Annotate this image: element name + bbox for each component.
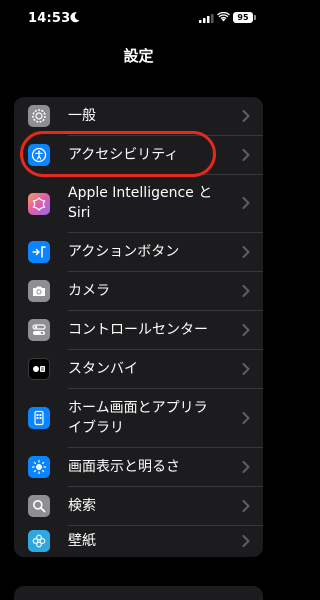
settings-item-label: スタンバイ [68, 361, 138, 377]
settings-item-general[interactable]: 一般 [14, 97, 263, 135]
page-title: 設定 [123, 47, 154, 65]
search-icon [28, 495, 50, 517]
camera-icon [28, 280, 50, 302]
settings-item-label: 検索 [68, 498, 96, 514]
settings-item-action-button[interactable]: アクションボタン [14, 233, 263, 271]
settings-item-standby[interactable]: スタンバイ [14, 350, 263, 388]
chevron-right-icon [242, 285, 250, 297]
settings-item-apple-intelligence-siri[interactable]: Apple Intelligence と Siri [14, 175, 263, 232]
chevron-right-icon [242, 110, 250, 122]
wallpaper-icon [28, 530, 50, 552]
settings-item-label: カメラ [68, 283, 110, 299]
chevron-right-icon [242, 535, 250, 547]
settings-item-label: 壁紙 [68, 533, 96, 549]
chevron-right-icon [242, 197, 250, 209]
settings-item-control-center[interactable]: コントロールセンター [14, 311, 263, 349]
apple-intelligence-icon [28, 193, 50, 215]
battery-tip [254, 15, 256, 20]
battery-indicator: 95 [233, 12, 253, 23]
status-time: 14:53 [28, 11, 71, 26]
chevron-right-icon [242, 246, 250, 258]
home-screen-icon [28, 407, 50, 429]
settings-item-wallpaper[interactable]: 壁紙 [14, 526, 263, 557]
settings-item-home-screen[interactable]: ホーム画面とアプリライブラリ [14, 389, 263, 447]
cellular-signal-icon [199, 14, 214, 23]
status-bar: 14:53 95 [0, 0, 277, 36]
settings-item-label: コントロールセンター [68, 322, 208, 338]
settings-item-display-brightness[interactable]: 画面表示と明るさ [14, 448, 263, 486]
settings-item-label: アクションボタン [68, 244, 180, 260]
settings-item-label: 一般 [68, 108, 96, 124]
standby-icon [28, 358, 50, 380]
control-center-icon [28, 319, 50, 341]
gear-icon [28, 105, 50, 127]
wifi-icon [217, 12, 230, 22]
moon-icon [70, 12, 80, 23]
settings-item-label: Apple Intelligence と Siri [68, 185, 213, 221]
settings-item-label: ホーム画面とアプリライブラリ [68, 400, 208, 436]
chevron-right-icon [242, 324, 250, 336]
chevron-right-icon [242, 149, 250, 161]
chevron-right-icon [242, 412, 250, 424]
chevron-right-icon [242, 363, 250, 375]
chevron-right-icon [242, 500, 250, 512]
brightness-icon [28, 456, 50, 478]
highlight-annotation [20, 131, 216, 177]
settings-item-search[interactable]: 検索 [14, 487, 263, 525]
settings-item-camera[interactable]: カメラ [14, 272, 263, 310]
settings-item-label: 画面表示と明るさ [68, 459, 180, 475]
chevron-right-icon [242, 461, 250, 473]
action-button-icon [28, 241, 50, 263]
settings-group-next [14, 586, 263, 600]
